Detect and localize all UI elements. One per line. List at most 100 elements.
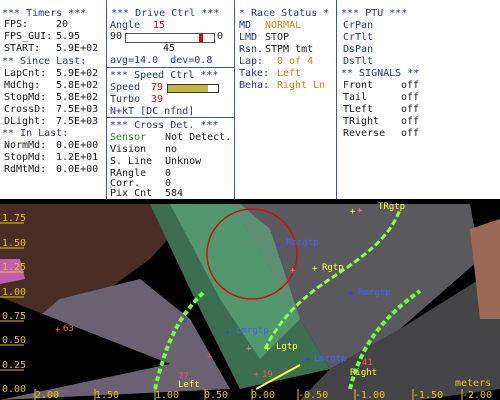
- race-value: 0 of 4: [277, 56, 314, 67]
- marker-cross: +: [312, 264, 318, 274]
- signal-value: off: [401, 104, 420, 115]
- ptu-item: CrPan: [343, 20, 374, 31]
- since-label: CrossD:: [4, 104, 47, 115]
- y-tick-label: 1.00: [2, 287, 26, 298]
- unit-label: meters: [455, 378, 491, 389]
- since-value: 7.5E+03: [56, 104, 99, 115]
- marker-label: TRgtp: [378, 202, 405, 212]
- cross-value: Not Detect.: [165, 132, 232, 143]
- marker-label: Rmrgtp: [286, 238, 319, 248]
- race-status-panel: * Race Status * MD NORMAL LMD STOP Rsn. …: [235, 0, 336, 199]
- slider-thumb[interactable]: [199, 33, 204, 42]
- marker-cross: +: [357, 206, 363, 216]
- race-value: Right Ln: [277, 80, 326, 91]
- marker-cross: +: [246, 344, 252, 354]
- x-tick-label: 2.00: [35, 390, 59, 400]
- timer-value: 5.95: [56, 31, 81, 42]
- marker-label: Lmrgtp: [314, 354, 347, 364]
- cross-det-header: *** Cross Det. ***: [110, 120, 219, 131]
- marker-cross: +: [290, 266, 296, 276]
- race-value: STOP: [265, 32, 290, 43]
- signals-header: ** SIGNALS **: [341, 68, 420, 79]
- y-tick-label: 1.50: [2, 238, 26, 249]
- timer-value: 5.9E+02: [56, 43, 99, 54]
- y-tick-label: 0.25: [2, 360, 26, 371]
- divider: [107, 67, 234, 68]
- marker-cross: +: [350, 207, 356, 217]
- marker-label: Lmrgtp: [236, 326, 269, 336]
- marker-label: Right: [350, 368, 377, 378]
- timer-label: START:: [4, 43, 41, 54]
- speed-label: Speed: [110, 82, 141, 93]
- marker-label: Rgtp: [322, 263, 344, 273]
- signal-label: Tail: [343, 92, 368, 103]
- ptu-item: CrTlt: [343, 32, 374, 43]
- race-label: Beha:: [239, 80, 270, 91]
- signal-value: off: [401, 92, 420, 103]
- since-label: LapCnt:: [4, 68, 47, 79]
- since-label: DLight:: [4, 116, 47, 127]
- marker-cross: +: [305, 355, 311, 365]
- marker-label: 63: [63, 324, 74, 334]
- marker-label: 19: [262, 370, 273, 380]
- race-status-header: * Race Status *: [239, 8, 330, 19]
- nkt-readout: N+kT [DC nfnd]: [110, 106, 195, 117]
- x-tick-label: -1.50: [413, 390, 443, 400]
- race-label: Rsn.: [239, 44, 264, 55]
- signal-label: TLeft: [343, 104, 374, 115]
- marker-cross: +: [225, 328, 231, 338]
- vehicle-debug-gui: *** Timers *** FPS: 20 FPS_GUI: 5.95 STA…: [0, 0, 500, 400]
- ptu-header: *** PTU ***: [341, 8, 408, 19]
- x-tick-label: 1.00: [155, 390, 179, 400]
- signal-label: Front: [343, 80, 374, 91]
- signal-label: TRight: [343, 116, 380, 127]
- timers-panel: *** Timers *** FPS: 20 FPS_GUI: 5.95 STA…: [0, 0, 104, 199]
- inlast-value: 0.0E+00: [56, 164, 99, 175]
- angle-slider[interactable]: [125, 33, 215, 43]
- x-tick-label: 1.50: [95, 390, 119, 400]
- race-value: Left: [277, 68, 302, 79]
- marker-label: Rmrgtp: [358, 288, 391, 298]
- marker-cross: +: [276, 240, 282, 250]
- race-label: LMD: [239, 32, 258, 43]
- signal-value: off: [401, 128, 420, 139]
- y-tick-label: 0.00: [2, 384, 26, 395]
- camera-view-svg: 1.75 1.50 1.25 1.00 0.75 0.50 0.25 0.00 …: [0, 199, 500, 400]
- camera-view: 1.75 1.50 1.25 1.00 0.75 0.50 0.25 0.00 …: [0, 199, 500, 400]
- marker-label: 41: [362, 358, 373, 368]
- slider-min-label: 90: [110, 31, 123, 42]
- marker-cross: +: [55, 325, 61, 335]
- cross-label: Pix Cnt: [110, 188, 153, 199]
- cross-value: Unknow: [165, 156, 202, 167]
- marker-cross: +: [348, 289, 354, 299]
- speed-ctrl-header: *** Speed Ctrl ***: [110, 70, 219, 81]
- marker-cross: +: [265, 344, 271, 354]
- cross-label: Vision: [110, 144, 147, 155]
- y-tick-label: 1.75: [2, 213, 26, 224]
- since-label: StopMd:: [4, 92, 47, 103]
- inlast-label: RdMtMd:: [4, 164, 47, 175]
- timers-header: *** Timers ***: [2, 8, 87, 19]
- x-tick-label: 0.50: [204, 390, 228, 400]
- since-value: 5.8E+02: [56, 92, 99, 103]
- angle-value: 15: [153, 20, 166, 31]
- x-tick-label: -0.50: [298, 390, 328, 400]
- angle-label: Angle: [110, 20, 141, 31]
- since-label: MdChg:: [4, 80, 41, 91]
- y-tick-label: 0.75: [2, 311, 26, 322]
- x-tick-label: 0.00: [251, 390, 275, 400]
- cross-value: 584: [165, 188, 184, 199]
- signal-value: off: [401, 116, 420, 127]
- slider-center-label: 45: [163, 43, 176, 54]
- ptu-panel: *** PTU *** CrPan CrTlt DsPan DsTlt ** S…: [337, 0, 452, 199]
- race-value: STPM tmt: [265, 44, 314, 55]
- cross-label: S. Line: [110, 156, 153, 167]
- race-label: Take:: [239, 68, 270, 79]
- signal-label: Reverse: [343, 128, 386, 139]
- signal-value: off: [401, 80, 420, 91]
- speed-bar-fill: [168, 85, 208, 92]
- turbo-value: 39: [151, 94, 164, 105]
- status-panel: *** Timers *** FPS: 20 FPS_GUI: 5.95 STA…: [0, 0, 500, 199]
- y-tick-label: 1.25: [2, 262, 26, 273]
- speed-value: 79: [151, 82, 164, 93]
